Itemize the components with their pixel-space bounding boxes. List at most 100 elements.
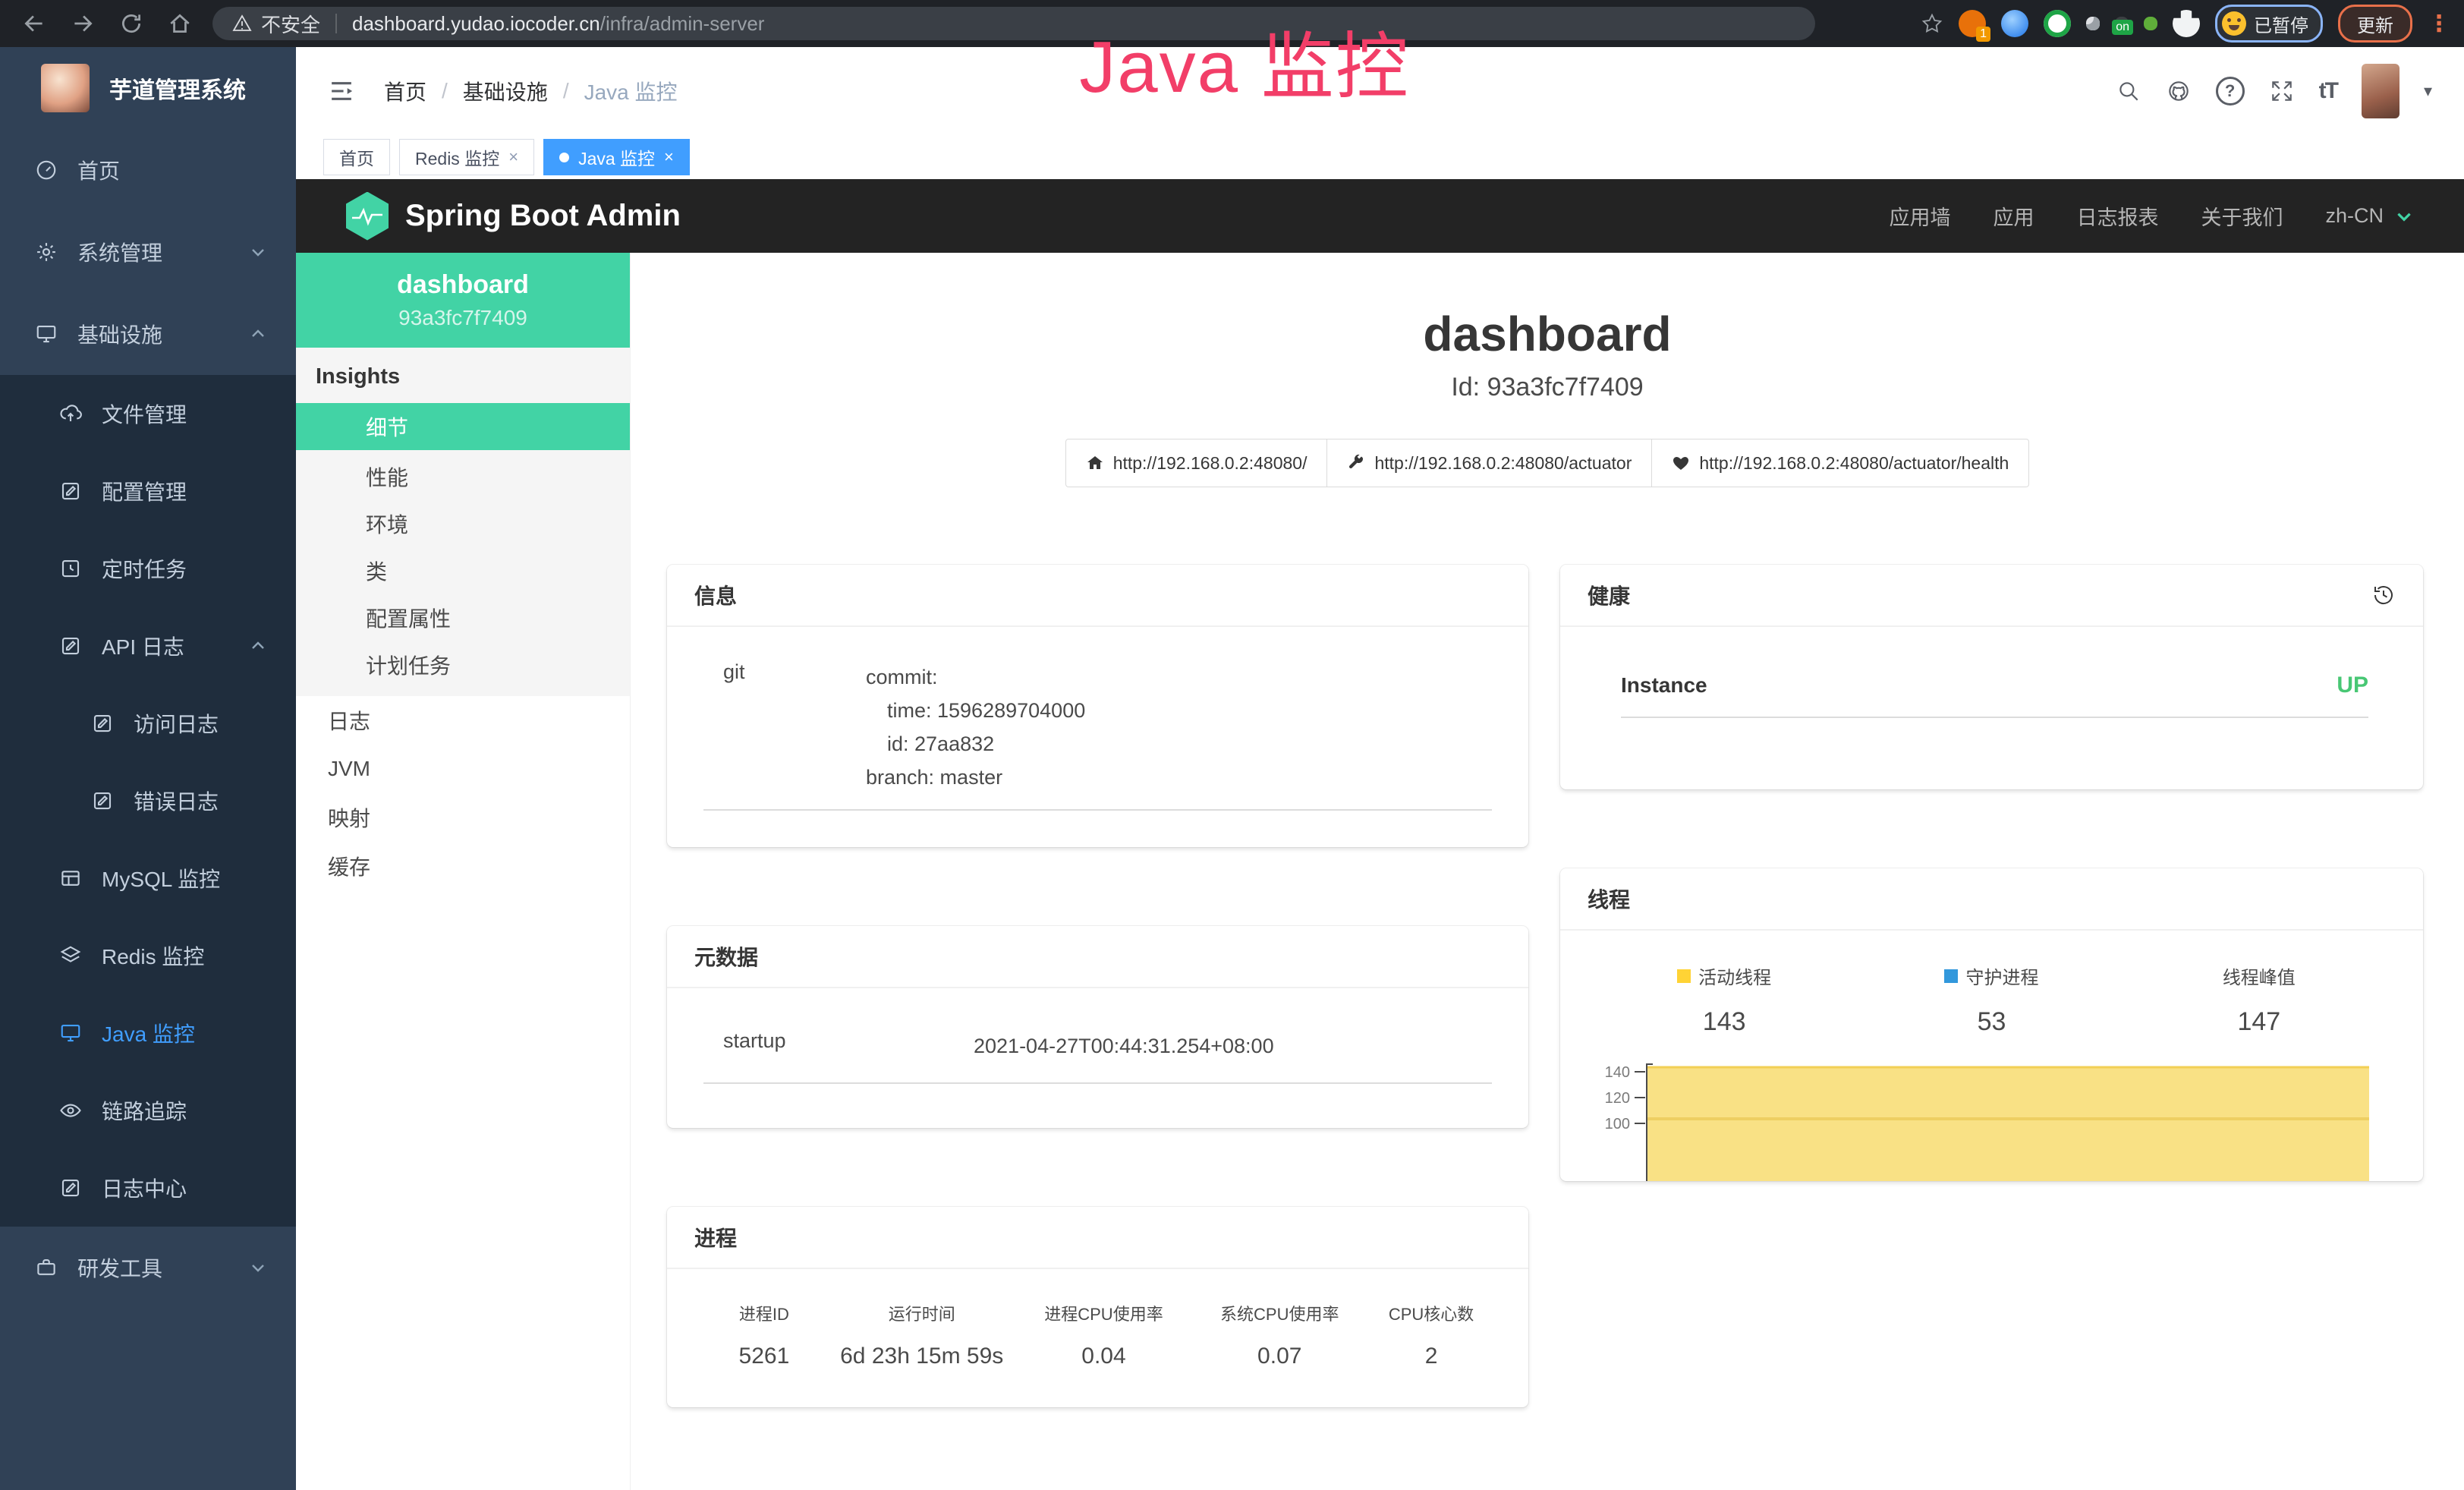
chevron-down-icon (249, 243, 267, 261)
breadcrumb-infrastructure[interactable]: 基础设施 (463, 76, 548, 106)
sba-nav-journal[interactable]: 日志报表 (2076, 201, 2158, 231)
gear-icon (35, 241, 58, 263)
avatar-caret-icon[interactable]: ▾ (2424, 81, 2432, 101)
forward-icon[interactable] (70, 11, 96, 36)
back-icon[interactable] (21, 11, 47, 36)
sidebar-item-tracing[interactable]: 链路追踪 (0, 1072, 296, 1149)
process-cpu-value: 0.04 (1013, 1344, 1195, 1369)
breadcrumb-current: Java 监控 (584, 76, 678, 106)
profile-emoji-icon (2222, 11, 2246, 36)
fullscreen-icon[interactable] (2269, 78, 2295, 104)
github-icon[interactable] (2166, 78, 2192, 104)
url-path: /infra/admin-server (600, 12, 765, 36)
metadata-card: 元数据 startup 2021-04-27T00:44:31.254+08:0… (667, 926, 1528, 1128)
user-avatar[interactable] (2362, 64, 2399, 118)
uptime-value: 6d 23h 15m 59s (831, 1344, 1013, 1369)
sba-item-classes[interactable]: 类 (296, 547, 630, 594)
eye-icon (59, 1099, 82, 1122)
sidebar-item-dev-tools[interactable]: 研发工具 (0, 1227, 296, 1309)
sidebar-item-scheduled-jobs[interactable]: 定时任务 (0, 530, 296, 607)
address-divider (335, 14, 337, 33)
close-icon[interactable]: × (508, 147, 518, 167)
extension-icon-green-key[interactable] (2144, 17, 2157, 30)
peak-threads-legend: 线程峰值 (2223, 962, 2296, 989)
browser-menu-icon[interactable]: ⋮ (2428, 11, 2450, 37)
home-icon[interactable] (167, 11, 193, 36)
sba-sidebar: dashboard 93a3fc7f7409 Insights 细节 性能 环境… (296, 253, 631, 1490)
annotation-java-monitor: Java 监控 (1079, 8, 1409, 113)
threads-card: 线程 活动线程 守护进程 线程峰值 143 53 1 (1560, 868, 2423, 1181)
threads-area-chart: 140 120 100 (1586, 1060, 2393, 1181)
sidebar-item-file-management[interactable]: 文件管理 (0, 375, 296, 452)
brand: 芋道管理系统 (0, 47, 296, 129)
tab-home[interactable]: 首页 (323, 139, 390, 175)
tab-redis-monitor[interactable]: Redis 监控 × (399, 139, 534, 175)
sba-brand-title: Spring Boot Admin (405, 199, 681, 233)
system-cpu-value: 0.07 (1194, 1344, 1364, 1369)
search-icon[interactable] (2116, 78, 2141, 104)
sidebar-item-home[interactable]: 首页 (0, 129, 296, 211)
sba-item-mappings[interactable]: 映射 (296, 793, 630, 842)
sba-item-environment[interactable]: 环境 (296, 500, 630, 547)
sidebar-item-access-logs[interactable]: 访问日志 (0, 685, 296, 762)
sba-header: Spring Boot Admin 应用墙 应用 日志报表 关于我们 zh-CN (296, 179, 2464, 253)
extensions-puzzle-icon[interactable] (2173, 10, 2200, 37)
sidebar-item-mysql-monitor[interactable]: MySQL 监控 (0, 840, 296, 917)
sidebar-item-system-management[interactable]: 系统管理 (0, 211, 296, 293)
sba-nav-about[interactable]: 关于我们 (2201, 201, 2283, 231)
help-icon[interactable]: ? (2216, 77, 2245, 106)
process-card: 进程 进程ID 运行时间 进程CPU使用率 系统CPU使用率 CPU核心数 (667, 1207, 1528, 1407)
yellow-legend-swatch (1677, 969, 1691, 983)
sidebar-item-redis-monitor[interactable]: Redis 监控 (0, 917, 296, 994)
blue-legend-swatch (1944, 969, 1958, 983)
history-icon[interactable] (2371, 583, 2396, 607)
sba-item-scheduled-tasks[interactable]: 计划任务 (296, 641, 630, 688)
page-subtitle: Id: 93a3fc7f7409 (631, 373, 2464, 402)
service-url-button[interactable]: http://192.168.0.2:48080/ (1065, 439, 1328, 487)
sidebar-item-log-center[interactable]: 日志中心 (0, 1149, 296, 1227)
extension-on-badge: on (2112, 20, 2133, 35)
peak-threads-value: 147 (2126, 1007, 2393, 1037)
browser-update-button[interactable]: 更新 (2338, 5, 2412, 43)
tab-java-monitor[interactable]: Java 监控 × (543, 139, 690, 175)
hamburger-icon[interactable] (328, 77, 355, 105)
sidebar-item-infrastructure[interactable]: 基础设施 (0, 293, 296, 375)
sba-item-caches[interactable]: 缓存 (296, 842, 630, 890)
extension-icon-orange[interactable]: 1 (1959, 10, 1986, 37)
breadcrumb-home[interactable]: 首页 (384, 76, 426, 106)
ytick-120: 120 (1605, 1090, 1630, 1107)
extension-icon-blue-gem[interactable] (2001, 10, 2028, 37)
sba-item-metrics[interactable]: 性能 (296, 453, 630, 500)
extension-icon-green-circle[interactable] (2044, 10, 2071, 37)
instance-health-row[interactable]: Instance UP (1621, 673, 2368, 718)
daemon-threads-value: 53 (1858, 1007, 2125, 1037)
sidebar-item-error-logs[interactable]: 错误日志 (0, 762, 296, 840)
sba-item-details[interactable]: 细节 (296, 403, 630, 450)
text-size-icon[interactable]: tT (2319, 78, 2337, 104)
browser-profile-chip[interactable]: 已暂停 (2215, 5, 2323, 43)
sidebar-item-java-monitor[interactable]: Java 监控 (0, 994, 296, 1072)
sba-item-jvm[interactable]: JVM (296, 745, 630, 793)
app-sidebar: 芋道管理系统 首页 系统管理 基础设施 文件管理 配置管理 定时任务 API 日… (0, 47, 296, 1490)
sba-nav-applications[interactable]: 应用 (1993, 201, 2034, 231)
close-icon[interactable]: × (664, 147, 674, 167)
sidebar-item-api-logs[interactable]: API 日志 (0, 607, 296, 685)
sba-item-config-props[interactable]: 配置属性 (296, 594, 630, 641)
reload-icon[interactable] (118, 11, 144, 36)
extension-icon-squares[interactable] (2086, 17, 2100, 30)
threads-card-title: 线程 (1560, 868, 2423, 931)
health-url-button[interactable]: http://192.168.0.2:48080/actuator/health (1652, 439, 2029, 487)
address-bar[interactable]: 不安全 dashboard.yudao.iocoder.cn /infra/ad… (212, 7, 1815, 40)
sba-item-logs[interactable]: 日志 (296, 696, 630, 745)
startup-row: startup 2021-04-27T00:44:31.254+08:00 (703, 1029, 1492, 1084)
bookmark-star-icon[interactable] (1921, 12, 1943, 35)
sba-locale-select[interactable]: zh-CN (2325, 204, 2414, 228)
breadcrumb: 首页 / 基础设施 / Java 监控 (384, 76, 678, 106)
extension-icon-dark[interactable]: on (2115, 17, 2129, 30)
actuator-url-button[interactable]: http://192.168.0.2:48080/actuator (1327, 439, 1652, 487)
status-badge: UP (2337, 673, 2368, 698)
sidebar-item-config-management[interactable]: 配置管理 (0, 452, 296, 530)
sba-nav-wallboard[interactable]: 应用墙 (1889, 201, 1950, 231)
gauge-icon (35, 159, 58, 181)
live-threads-legend: 活动线程 (1677, 962, 1771, 989)
